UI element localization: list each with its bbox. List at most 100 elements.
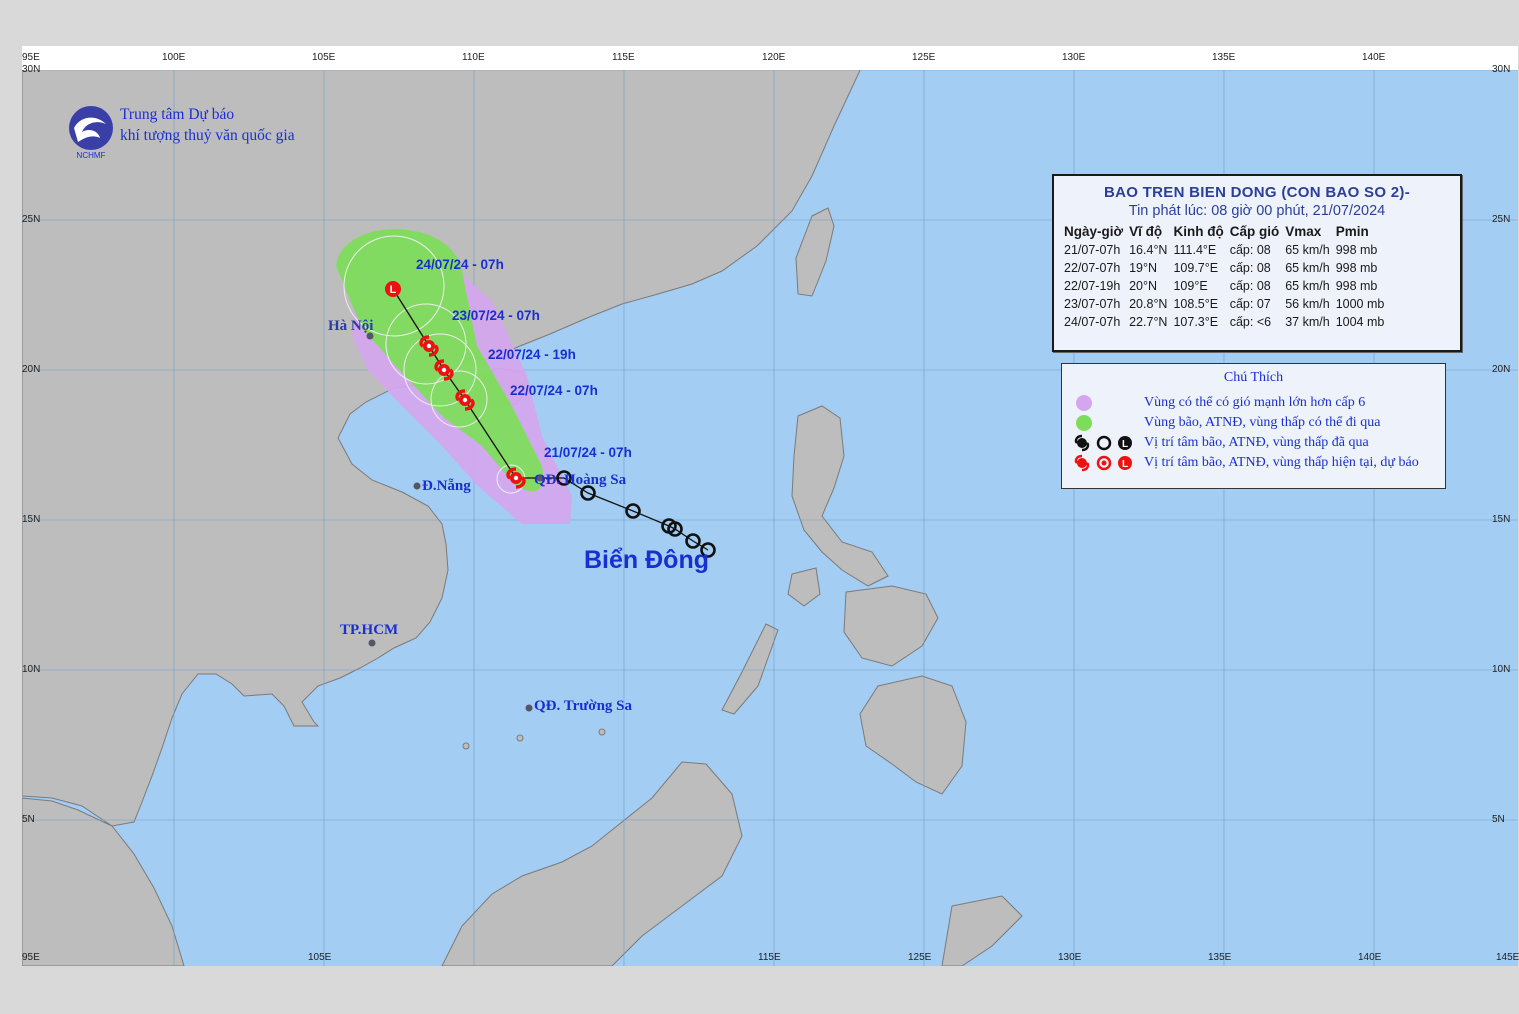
cell-level: cấp: <6	[1229, 315, 1272, 329]
legend-text: Vị trí tâm bão, ATNĐ, vùng thấp hiện tại…	[1144, 455, 1419, 470]
legend-item-current-positions: L Vị trí tâm bão, ATNĐ, vùng thấp hiện t…	[1070, 453, 1440, 473]
forecast-position-symbols-icon: L	[1074, 454, 1132, 472]
agency-name-line1: Trung tâm Dự báo	[120, 106, 235, 123]
svg-text:L: L	[390, 284, 397, 296]
cell-time: 22/07-19h	[1064, 279, 1121, 293]
cell-pmin: 1004 mb	[1335, 315, 1385, 329]
info-title: BAO TREN BIEN DONG (CON BAO SO 2)-	[1103, 184, 1411, 201]
svg-text:NCHMF: NCHMF	[77, 151, 106, 160]
lon-tick-145E-bottom: 145E	[1496, 952, 1519, 963]
lon-tick-110E-top: 110E	[462, 52, 485, 63]
lon-tick-130E-bottom: 130E	[1058, 952, 1082, 963]
lat-tick-5N-right: 5N	[1492, 814, 1505, 825]
lat-tick-5N: 5N	[22, 814, 35, 825]
cell-level: cấp: 08	[1229, 279, 1271, 293]
storm-forecast-table: Ngày-giờ Vĩ độ Kinh độ Cấp gió Vmax Pmin…	[1064, 223, 1390, 332]
cell-lat: 22.7°N	[1129, 315, 1168, 329]
purple-circle-icon	[1076, 395, 1092, 411]
agency-name-line2: khí tượng thuỷ văn quốc gia	[120, 127, 295, 144]
cell-lon: 108.5°E	[1173, 297, 1219, 311]
lon-tick-135E-bottom: 135E	[1208, 952, 1232, 963]
legend-item-track-zone: Vùng bão, ATNĐ, vùng thấp có thể đi qua	[1070, 413, 1440, 433]
label-hoangsa: QĐ. Hoàng Sa	[534, 472, 627, 488]
lon-tick-125E-top: 125E	[912, 52, 936, 63]
lon-tick-105E-bottom: 105E	[308, 952, 332, 963]
lon-tick-130E-top: 130E	[1062, 52, 1086, 63]
forecast-low-marker: L	[385, 281, 401, 297]
lat-tick-25N: 25N	[22, 214, 41, 225]
cell-level: cấp: 08	[1229, 261, 1271, 275]
cell-vmax: 65 km/h	[1285, 279, 1330, 293]
table-row: 21/07-07h 16.4°N 111.4°E cấp: 08 65 km/h…	[1064, 242, 1390, 260]
legend-text: Vùng bão, ATNĐ, vùng thấp có thể đi qua	[1144, 415, 1381, 430]
lon-tick-140E-bottom: 140E	[1358, 952, 1382, 963]
legend-text: Vùng có thể có gió mạnh lớn hơn cấp 6	[1144, 395, 1366, 410]
lon-tick-100E-top: 100E	[162, 52, 186, 63]
col-header-pmin: Pmin	[1335, 224, 1369, 239]
lon-tick-135E-top: 135E	[1212, 52, 1236, 63]
legend-box: Chú Thích Vùng có thể có gió mạnh lớn hơ…	[1061, 363, 1446, 489]
track-label-t1: 22/07/24 - 07h	[510, 383, 598, 398]
cell-vmax: 37 km/h	[1285, 315, 1330, 329]
info-issued: Tin phát lúc: 08 giờ 00 phút, 21/07/2024	[1128, 203, 1386, 219]
cell-lon: 111.4°E	[1173, 243, 1217, 257]
lon-tick-140E-top: 140E	[1362, 52, 1386, 63]
label-truongsa: QĐ. Trường Sa	[534, 698, 633, 714]
track-label-t2: 22/07/24 - 19h	[488, 347, 576, 362]
cell-lat: 20.8°N	[1129, 297, 1168, 311]
svg-text:L: L	[1122, 459, 1128, 470]
lon-tick-95E-bottom: 95E	[22, 952, 40, 963]
table-row: 24/07-07h 22.7°N 107.3°E cấp: <6 37 km/h…	[1064, 314, 1390, 332]
cell-lon: 109.7°E	[1173, 261, 1219, 275]
nchmf-logo-icon: NCHMF	[69, 106, 113, 160]
table-row: 22/07-19h 20°N 109°E cấp: 08 65 km/h 998…	[1064, 278, 1390, 296]
col-header-lat: Vĩ độ	[1129, 224, 1163, 239]
cell-pmin: 998 mb	[1335, 243, 1378, 257]
col-header-level: Cấp gió	[1229, 224, 1280, 239]
cell-vmax: 56 km/h	[1285, 297, 1330, 311]
cell-pmin: 1000 mb	[1335, 297, 1385, 311]
city-dot	[368, 639, 376, 647]
lat-tick-30N-right: 30N	[1492, 64, 1511, 75]
city-dot	[525, 704, 533, 712]
track-label-t0: 21/07/24 - 07h	[544, 445, 632, 460]
lat-tick-20N: 20N	[22, 364, 41, 375]
cell-pmin: 998 mb	[1335, 261, 1378, 275]
cell-lat: 19°N	[1129, 261, 1158, 275]
cell-pmin: 998 mb	[1335, 279, 1378, 293]
lon-tick-120E-top: 120E	[762, 52, 786, 63]
lon-tick-95E-top: 95E	[22, 52, 40, 63]
cell-lat: 16.4°N	[1129, 243, 1168, 257]
lat-tick-10N-right: 10N	[1492, 664, 1511, 675]
label-bien-dong: Biển Đông	[584, 546, 709, 574]
legend-item-past-positions: L Vị trí tâm bão, ATNĐ, vùng thấp đã qua	[1070, 433, 1440, 453]
map-frame: L 95E 100E 105E 110E 115E 120E 125E 130E…	[22, 46, 1519, 966]
lat-tick-10N: 10N	[22, 664, 41, 675]
col-header-lon: Kinh độ	[1173, 224, 1224, 239]
legend-item-wind-zone: Vùng có thể có gió mạnh lớn hơn cấp 6	[1070, 393, 1440, 413]
col-header-time: Ngày-giờ	[1064, 224, 1124, 239]
city-dot	[413, 482, 421, 490]
past-position-symbols-icon: L	[1074, 434, 1132, 452]
lat-tick-30N: 30N	[22, 64, 41, 75]
lon-tick-125E-bottom: 125E	[908, 952, 932, 963]
cell-time: 23/07-07h	[1064, 297, 1121, 311]
lat-tick-25N-right: 25N	[1492, 214, 1511, 225]
table-header-row: Ngày-giờ Vĩ độ Kinh độ Cấp gió Vmax Pmin	[1064, 223, 1390, 242]
storm-info-box: BAO TREN BIEN DONG (CON BAO SO 2)- Tin p…	[1052, 174, 1462, 352]
cell-time: 24/07-07h	[1064, 315, 1121, 329]
cell-time: 21/07-07h	[1064, 243, 1121, 257]
lon-tick-115E-bottom: 115E	[758, 952, 781, 963]
lat-tick-15N-right: 15N	[1492, 514, 1511, 525]
track-label-t4: 24/07/24 - 07h	[416, 257, 504, 272]
lon-tick-115E-top: 115E	[612, 52, 635, 63]
cell-lon: 109°E	[1173, 279, 1208, 293]
green-circle-icon	[1076, 415, 1092, 431]
cell-level: cấp: 07	[1229, 297, 1271, 311]
agency-header: NCHMF Trung tâm Dự báo khí tượng thuỷ vă…	[66, 104, 295, 160]
cell-lat: 20°N	[1129, 279, 1158, 293]
col-header-vmax: Vmax	[1285, 224, 1322, 239]
cell-lon: 107.3°E	[1173, 315, 1219, 329]
table-row: 23/07-07h 20.8°N 108.5°E cấp: 07 56 km/h…	[1064, 296, 1390, 314]
cell-time: 22/07-07h	[1064, 261, 1121, 275]
